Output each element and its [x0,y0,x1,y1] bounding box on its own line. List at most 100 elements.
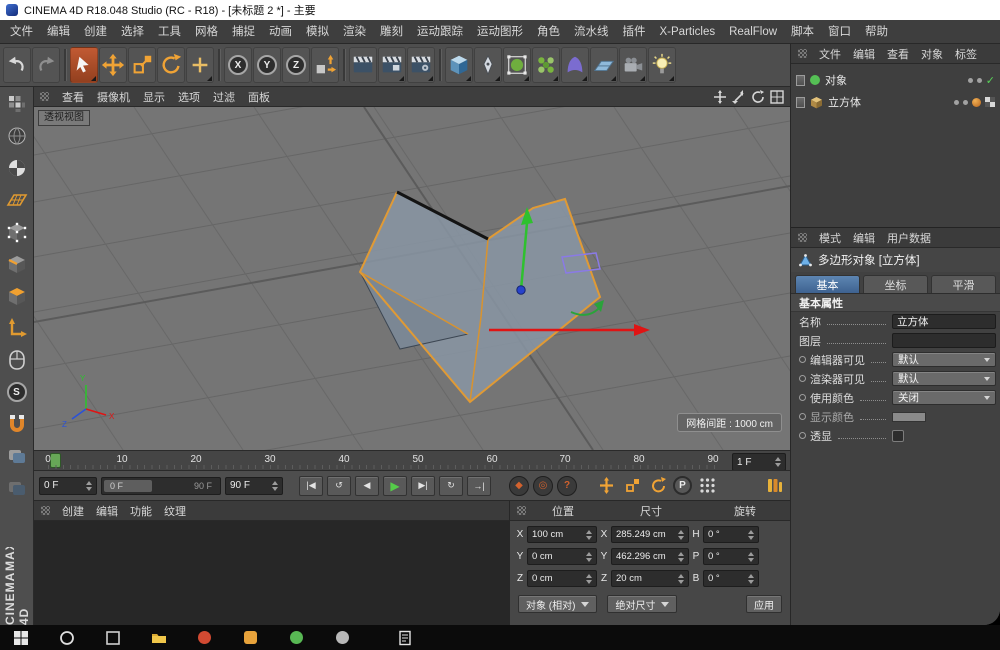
playback-next-key-button[interactable]: ↻ [439,476,463,496]
deformer-button[interactable] [561,47,589,83]
task-view-button[interactable] [104,629,121,646]
taskbar-pinned-app-button[interactable] [396,629,413,646]
range-start-field[interactable]: 0 F [39,477,97,495]
viewport-canvas[interactable]: Y X Z 透视视图 网格间距 : 1000 cm [34,107,790,450]
attribute-menu-item[interactable]: 编辑 [853,230,875,246]
keying-selection-button[interactable] [696,476,718,496]
record-keyframe-button[interactable]: ◆ [509,476,529,496]
key-parameter-button[interactable]: P [673,476,692,495]
layer-input[interactable] [892,333,996,348]
viewport-menu-item[interactable]: 显示 [143,89,165,105]
material-menu-item[interactable]: 创建 [62,503,84,519]
autokey-button[interactable]: ◎ [533,476,553,496]
camera-button[interactable] [619,47,647,83]
menubar-item[interactable]: 角色 [530,20,567,44]
redo-button[interactable] [32,47,60,83]
menubar-item[interactable]: 创建 [77,20,114,44]
position-y-field[interactable]: 0 cm [527,548,597,565]
panel-grip-icon[interactable] [41,506,50,515]
layer-stack-button[interactable] [3,475,31,501]
object-name[interactable]: 立方体 [828,94,861,110]
spinner[interactable] [586,574,592,584]
spinner[interactable] [748,574,754,584]
use-color-dropdown[interactable]: 关闭 [892,390,996,405]
object-manager-list[interactable]: 对象 ✓ 立方体 [791,64,1000,228]
menubar-item[interactable]: 模拟 [299,20,336,44]
enabled-check-icon[interactable]: ✓ [986,74,995,87]
spinner[interactable] [678,574,684,584]
material-tag-icon[interactable] [972,98,981,107]
viewport-menu-item[interactable]: 面板 [248,89,270,105]
workplane-button[interactable] [3,187,31,213]
panel-grip-icon[interactable] [798,49,807,58]
points-mode-button[interactable] [3,219,31,245]
edges-mode-button[interactable] [3,251,31,277]
apply-button[interactable]: 应用 [746,595,782,613]
toggle-view-layout-icon[interactable] [770,90,784,104]
position-x-field[interactable]: 100 cm [527,526,597,543]
key-position-button[interactable] [595,476,617,496]
render-visibility-dot-icon[interactable] [977,78,982,83]
axis-mode-button[interactable] [3,315,31,341]
rotation-h-field[interactable]: 0 ° [703,526,759,543]
menubar-item[interactable]: 编辑 [40,20,77,44]
editor-visibility-dot-icon[interactable] [968,78,973,83]
display-color-swatch[interactable] [892,412,926,422]
playback-prev-key-button[interactable]: ↺ [327,476,351,496]
coordinate-mode-dropdown[interactable]: 对象 (相对) [518,595,597,613]
menubar-item[interactable]: 帮助 [858,20,895,44]
range-end-field[interactable]: 90 F [225,477,283,495]
panel-grip-icon[interactable] [40,92,49,101]
hierarchy-handle-icon[interactable] [796,97,805,108]
rotate-tool-button[interactable] [157,47,185,83]
render-view-button[interactable] [349,47,377,83]
object-row[interactable]: 对象 ✓ [791,69,1000,91]
file-explorer-button[interactable] [150,629,167,646]
object-manager-menu-item[interactable]: 编辑 [853,46,875,62]
hierarchy-handle-icon[interactable] [796,75,805,86]
spinner[interactable] [678,552,684,562]
viewport-menu-item[interactable]: 选项 [178,89,200,105]
frame-spinner[interactable] [775,457,781,467]
menubar-item[interactable]: 文件 [3,20,40,44]
menubar-item[interactable]: 雕刻 [373,20,410,44]
taskbar-app-button[interactable] [196,629,213,646]
environment-floor-button[interactable] [590,47,618,83]
start-button[interactable] [12,629,29,646]
menubar-item[interactable]: 插件 [616,20,653,44]
make-editable-button[interactable] [3,91,31,117]
menubar-item[interactable]: 窗口 [821,20,858,44]
basic-properties-section[interactable]: 基本属性 [791,294,1000,312]
current-frame-field[interactable]: 1 F [732,453,786,471]
light-button[interactable] [648,47,676,83]
taskbar-app-button[interactable] [242,629,259,646]
axis-z-lock-button[interactable]: Z [282,47,310,83]
zoom-view-icon[interactable] [732,90,746,104]
menubar-item[interactable]: 运动图形 [470,20,530,44]
spline-pen-button[interactable] [474,47,502,83]
object-manager-menu-item[interactable]: 对象 [921,46,943,62]
keyframe-dot-icon[interactable] [799,394,806,401]
taskbar-app-button[interactable] [288,629,305,646]
playback-goto-start-button[interactable]: |◀ [299,476,323,496]
object-manager-menu-item[interactable]: 标签 [955,46,977,62]
texture-tag-icon[interactable] [985,97,995,107]
material-menu-item[interactable]: 功能 [130,503,152,519]
size-y-field[interactable]: 462.296 cm [611,548,689,565]
material-menu-item[interactable]: 纹理 [164,503,186,519]
viewport-menu-item[interactable]: 查看 [62,89,84,105]
model-mode-button[interactable] [3,123,31,149]
record-options-button[interactable]: ? [557,476,577,496]
generator-array-button[interactable] [532,47,560,83]
polygons-mode-button[interactable] [3,283,31,309]
render-picture-viewer-button[interactable] [378,47,406,83]
rotate-view-icon[interactable] [751,90,765,104]
rotation-p-field[interactable]: 0 ° [703,548,759,565]
taskbar-app-button[interactable] [334,629,351,646]
keyframe-dot-icon[interactable] [799,413,806,420]
name-input[interactable]: 立方体 [892,314,996,329]
viewport-solo-button[interactable] [3,347,31,373]
playback-goto-end-button[interactable]: →| [467,476,491,496]
menubar-item[interactable]: 脚本 [784,20,821,44]
timeline-ruler[interactable]: 0 10 20 30 40 50 60 70 80 90 1 F [34,450,790,471]
